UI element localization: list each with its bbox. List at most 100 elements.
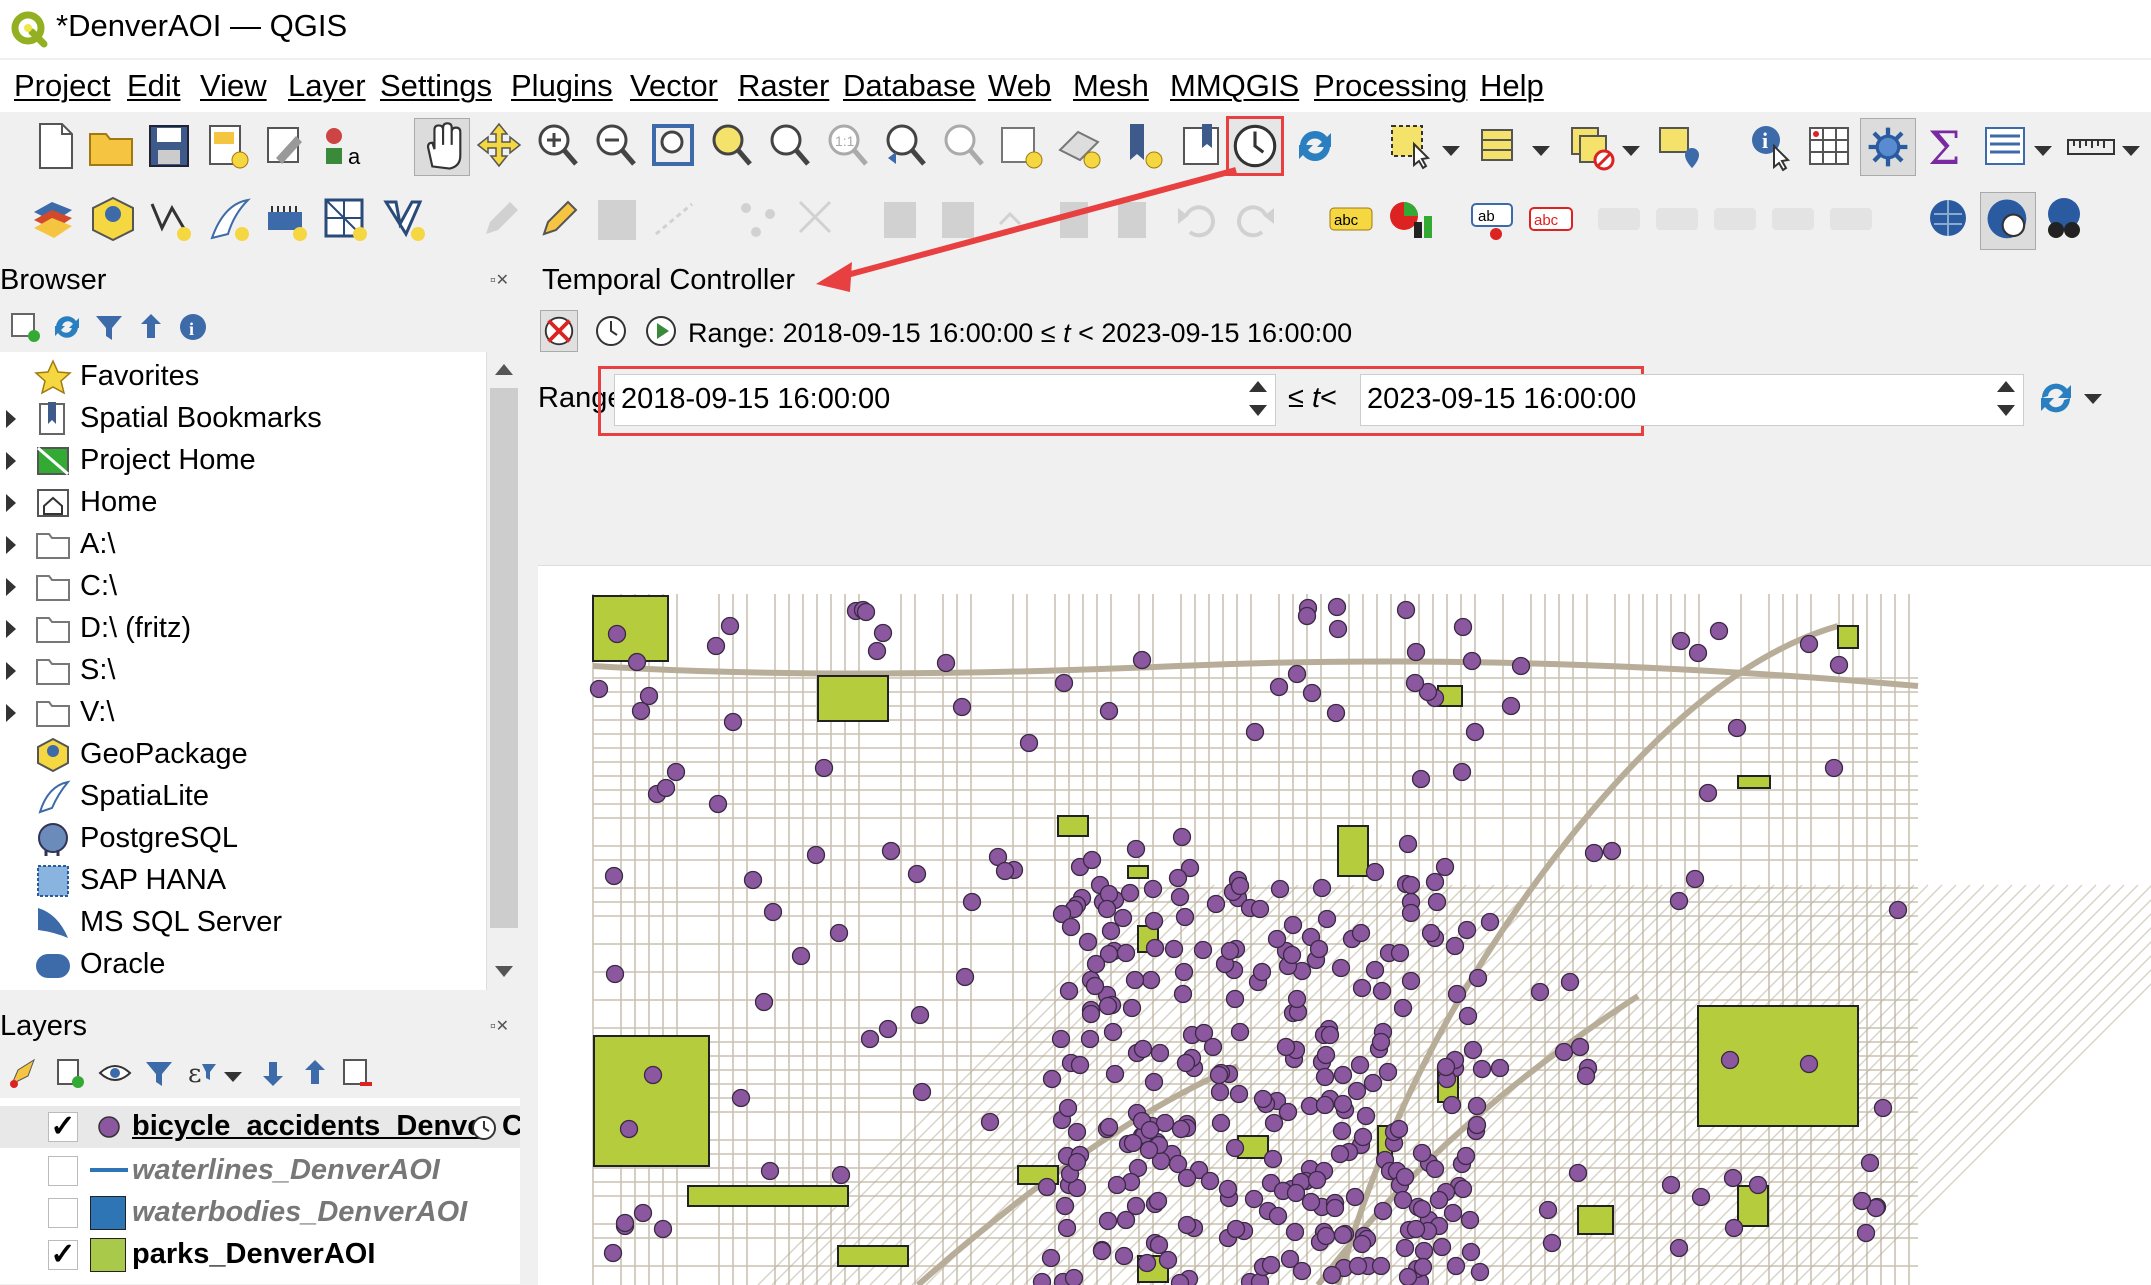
diagram-options-icon[interactable] xyxy=(1384,194,1434,246)
browser-item-postgresql[interactable]: PostgreSQL xyxy=(0,818,486,860)
copy-features-icon[interactable] xyxy=(992,194,1042,246)
label-properties-icon[interactable] xyxy=(1826,194,1876,246)
animated-mode-button[interactable] xyxy=(642,310,680,352)
expand-arrow-icon[interactable] xyxy=(6,704,16,722)
digitize-icon[interactable] xyxy=(378,194,428,246)
rotate-label-icon[interactable] xyxy=(1710,194,1760,246)
expand-arrow-icon[interactable] xyxy=(6,494,16,512)
new-virtual-layer-icon[interactable] xyxy=(262,194,312,246)
fixed-range-button[interactable] xyxy=(592,310,630,352)
add-selected-layers-icon[interactable] xyxy=(8,310,42,344)
browser-scrollbar[interactable] xyxy=(486,352,521,990)
range-start-field[interactable]: 2018-09-15 16:00:00 xyxy=(614,374,1276,426)
expand-all-icon[interactable] xyxy=(256,1056,290,1090)
new-bookmark-icon[interactable] xyxy=(1118,120,1168,172)
expand-arrow-icon[interactable] xyxy=(6,578,16,596)
geocoder-icon[interactable] xyxy=(2040,194,2090,246)
deselect-features-icon[interactable] xyxy=(1566,120,1616,172)
menu-processing[interactable]: Processing xyxy=(1314,68,1467,104)
undo-icon[interactable] xyxy=(1172,194,1222,246)
layer-visibility-checkbox[interactable] xyxy=(48,1156,78,1186)
menu-mesh[interactable]: Mesh xyxy=(1073,68,1149,104)
zoom-next-icon[interactable] xyxy=(938,120,988,172)
new-map-view-icon[interactable] xyxy=(996,120,1046,172)
chevron-down-icon[interactable] xyxy=(1532,146,1550,156)
menu-raster[interactable]: Raster xyxy=(738,68,829,104)
paste-features-icon[interactable] xyxy=(1050,194,1100,246)
select-by-location-icon[interactable] xyxy=(1654,120,1704,172)
add-feature-icon[interactable] xyxy=(650,194,700,246)
expand-arrow-icon[interactable] xyxy=(6,536,16,554)
style-manager-icon[interactable] xyxy=(260,120,310,172)
layer-visibility-checkbox[interactable] xyxy=(48,1198,78,1228)
toggle-editing-icon[interactable] xyxy=(534,194,584,246)
new-temporary-layer-icon[interactable] xyxy=(320,194,370,246)
save-project-icon[interactable] xyxy=(144,120,194,172)
chevron-down-icon[interactable] xyxy=(1442,146,1460,156)
measure-line-icon[interactable] xyxy=(2066,120,2116,172)
browser-item-drive-a[interactable]: A:\ xyxy=(0,524,486,566)
menu-settings[interactable]: Settings xyxy=(380,68,492,104)
menu-layer[interactable]: Layer xyxy=(288,68,366,104)
open-project-icon[interactable] xyxy=(86,120,136,172)
browser-item-home[interactable]: Home xyxy=(0,482,486,524)
zoom-out-icon[interactable] xyxy=(590,120,640,172)
temporal-controller-icon[interactable] xyxy=(1226,116,1284,176)
scroll-down-icon[interactable] xyxy=(495,966,513,977)
scroll-thumb[interactable] xyxy=(490,388,518,928)
chevron-down-icon[interactable] xyxy=(2122,146,2140,156)
pan-map-icon[interactable] xyxy=(414,118,470,176)
zoom-to-layer-icon[interactable] xyxy=(764,120,814,172)
vertex-tool-icon[interactable] xyxy=(734,194,784,246)
range-end-field[interactable]: 2023-09-15 16:00:00 xyxy=(1360,374,2024,426)
browser-item-spatialite[interactable]: SpatiaLite xyxy=(0,776,486,818)
pin-unpin-labels-icon[interactable]: abc xyxy=(1526,194,1576,246)
change-label-icon[interactable] xyxy=(1768,194,1818,246)
show-bookmarks-icon[interactable] xyxy=(1176,120,1226,172)
visibility-eye-icon[interactable] xyxy=(98,1056,132,1090)
metasearch-active-icon[interactable] xyxy=(1980,192,2036,250)
navigation-off-button[interactable] xyxy=(540,310,578,352)
new-3d-map-view-icon[interactable] xyxy=(1054,120,1104,172)
menu-web[interactable]: Web xyxy=(988,68,1051,104)
browser-item-geopackage[interactable]: GeoPackage xyxy=(0,734,486,776)
add-group-icon[interactable] xyxy=(52,1056,86,1090)
layer-visibility-checkbox[interactable]: ✓ xyxy=(48,1112,78,1142)
browser-item-drive-v[interactable]: V:\ xyxy=(0,692,486,734)
set-range-to-project-extent-button[interactable] xyxy=(2036,376,2076,420)
zoom-full-icon[interactable] xyxy=(648,120,698,172)
layer-attributes-icon[interactable] xyxy=(1980,120,2030,172)
layer-row[interactable]: waterlines_DenverAOI xyxy=(0,1150,520,1192)
edit-pencil-disabled-icon[interactable] xyxy=(476,194,526,246)
menu-edit[interactable]: Edit xyxy=(127,68,180,104)
select-features-icon[interactable] xyxy=(1386,120,1436,172)
panel-float-close-icon[interactable]: ▫✕ xyxy=(490,270,509,290)
menu-plugins[interactable]: Plugins xyxy=(511,68,613,104)
toolbox-icon[interactable] xyxy=(1860,118,1916,176)
modify-attributes-icon[interactable] xyxy=(792,194,842,246)
browser-item-drive-s[interactable]: S:\ xyxy=(0,650,486,692)
cut-features-icon[interactable] xyxy=(934,194,984,246)
browser-item-sap-hana[interactable]: SAP HANA xyxy=(0,860,486,902)
layer-row[interactable]: ✓ bicycle_accidents_Denve C xyxy=(0,1106,520,1148)
collapse-all-icon[interactable] xyxy=(134,310,168,344)
range-end-spinner[interactable] xyxy=(1995,377,2019,423)
attribute-table-icon[interactable] xyxy=(1804,120,1854,172)
zoom-last-icon[interactable] xyxy=(880,120,930,172)
menu-help[interactable]: Help xyxy=(1480,68,1544,104)
statistics-icon[interactable]: Σ xyxy=(1920,120,1970,172)
chevron-down-icon[interactable] xyxy=(224,1072,242,1082)
spin-up-icon[interactable] xyxy=(1249,381,1267,392)
data-source-manager-icon[interactable] xyxy=(30,194,80,246)
zoom-native-icon[interactable]: 1:1 xyxy=(822,120,872,172)
new-geopackage-layer-icon[interactable] xyxy=(88,194,138,246)
new-shapefile-layer-icon[interactable] xyxy=(146,194,196,246)
expand-arrow-icon[interactable] xyxy=(6,452,16,470)
open-attribute-table-icon[interactable] xyxy=(1476,120,1526,172)
filter-legend-icon[interactable] xyxy=(142,1056,176,1090)
refresh-browser-icon[interactable] xyxy=(50,310,84,344)
pan-to-selection-icon[interactable] xyxy=(474,120,524,172)
redo-icon[interactable] xyxy=(1230,194,1280,246)
menu-database[interactable]: Database xyxy=(843,68,976,104)
browser-item-drive-c[interactable]: C:\ xyxy=(0,566,486,608)
